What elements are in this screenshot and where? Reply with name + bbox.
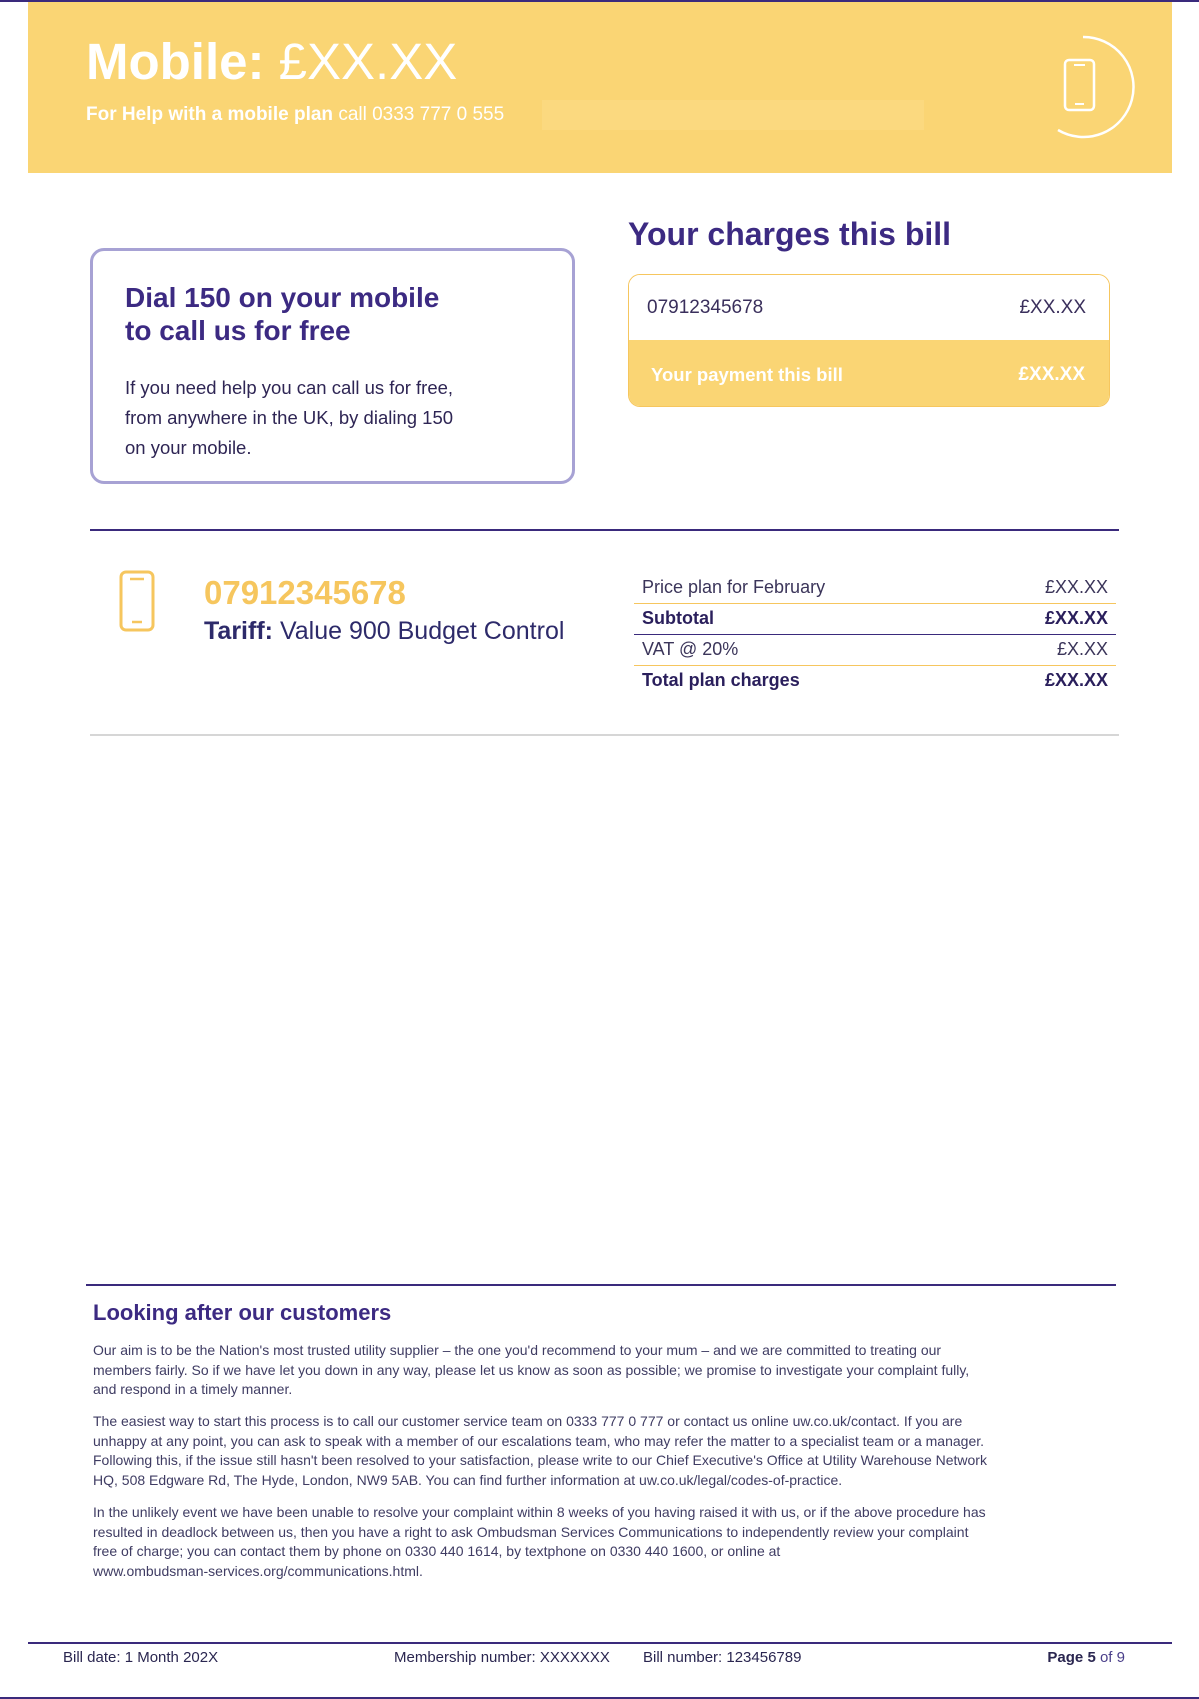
care-p1-line3: and respond in a timely manner.	[93, 1381, 293, 1397]
charges-number-amount: £XX.XX	[1019, 297, 1086, 318]
care-p1-line1: Our aim is to be the Nation's most trust…	[93, 1342, 942, 1358]
care-p2-line4: HQ, 508 Edgware Rd, The Hyde, London, NW…	[93, 1471, 843, 1488]
membership-number: Membership number: XXXXXXX	[394, 1649, 610, 1666]
banner-redaction-band	[542, 100, 924, 130]
free-call-body-line1: If you need help you can call us for fre…	[125, 377, 454, 398]
free-call-body-line3: on your mobile.	[125, 437, 252, 458]
bill-number: Bill number: 123456789	[643, 1649, 802, 1666]
mobile-phone-icon	[119, 570, 155, 632]
tariff-line: Tariff: Value 900 Budget Control	[204, 617, 564, 646]
banner-title: Mobile: £XX.XX	[86, 32, 457, 91]
care-divider	[86, 1284, 1116, 1286]
row-label: Price plan for February	[634, 572, 979, 604]
table-row: Subtotal £XX.XX	[634, 603, 1116, 635]
row-value: £XX.XX	[979, 603, 1116, 635]
care-paragraph-1: Our aim is to be the Nation's most trust…	[93, 1341, 1103, 1400]
row-value: £XX.XX	[979, 572, 1116, 604]
care-p1-line2: members fairly. So if we have let you do…	[93, 1361, 970, 1378]
mobile-banner: Mobile: £XX.XX For Help with a mobile pl…	[28, 2, 1172, 173]
table-row: Total plan charges £XX.XX	[634, 665, 1116, 696]
free-call-heading: Dial 150 on your mobile to call us for f…	[125, 281, 545, 347]
line-phone-number: 07912345678	[204, 574, 406, 611]
free-call-body: If you need help you can call us for fre…	[125, 373, 505, 463]
row-label: VAT @ 20%	[634, 634, 979, 666]
table-row: VAT @ 20% £X.XX	[634, 634, 1116, 666]
care-p2-line1: The easiest way to start this process is…	[93, 1413, 963, 1429]
bill-date: Bill date: 1 Month 202X	[63, 1649, 219, 1666]
care-p3-line1: In the unlikely event we have been unabl…	[93, 1504, 986, 1520]
payment-label: Your payment this bill	[651, 364, 843, 385]
page-indicator: Page 5 of 9	[1047, 1649, 1125, 1666]
page-label: Page 5	[1047, 1649, 1096, 1666]
charges-card: 07912345678 £XX.XX Your payment this bil…	[628, 274, 1110, 407]
charges-number-row: 07912345678 £XX.XX	[629, 275, 1109, 340]
banner-help-phone: call 0333 777 0 555	[338, 104, 505, 125]
payment-amount: £XX.XX	[1018, 364, 1085, 385]
care-p3-line2: resulted in deadlock between us, then yo…	[93, 1523, 969, 1540]
tariff-value: Value 900 Budget Control	[279, 617, 565, 645]
free-call-box: Dial 150 on your mobile to call us for f…	[90, 248, 575, 484]
section-divider	[90, 529, 1119, 531]
care-p3-line4: www.ombudsman-services.org/communication…	[93, 1562, 423, 1579]
banner-title-amount: £XX.XX	[278, 33, 458, 90]
charges-number: 07912345678	[647, 297, 764, 318]
section-end-divider	[90, 734, 1119, 736]
charges-title: Your charges this bill	[628, 216, 952, 252]
row-value: £XX.XX	[1044, 670, 1108, 691]
care-title: Looking after our customers	[93, 1300, 392, 1325]
free-call-heading-line2: to call us for free	[125, 315, 351, 346]
banner-help-line: For Help with a mobile plan call 0333 77…	[86, 104, 504, 126]
banner-title-label: Mobile:	[86, 33, 265, 90]
row-value: £X.XX	[979, 634, 1116, 666]
plan-charges-table: Price plan for February £XX.XX Subtotal …	[634, 572, 1116, 696]
free-call-body-line2: from anywhere in the UK, by dialing 150	[125, 407, 454, 428]
footer-divider	[28, 1642, 1172, 1644]
page-total: of 9	[1099, 1649, 1125, 1666]
free-call-heading-line1: Dial 150 on your mobile	[125, 282, 440, 313]
table-row: Price plan for February £XX.XX	[634, 572, 1116, 604]
care-paragraph-2: The easiest way to start this process is…	[93, 1412, 1103, 1490]
row-label: Total plan charges	[642, 670, 800, 691]
tariff-label: Tariff:	[204, 617, 273, 645]
charges-payment-row: Your payment this bill £XX.XX	[629, 340, 1109, 406]
row-label: Subtotal	[634, 603, 979, 635]
care-p3-line3: free of charge; you can contact them by …	[93, 1543, 781, 1559]
banner-help-bold: For Help with a mobile plan	[86, 104, 334, 125]
care-p2-line2: unhappy at any point, you can ask to spe…	[93, 1432, 985, 1449]
care-p2-line3: Following this, if the issue still hasn'…	[93, 1452, 987, 1468]
phone-circle-icon	[1057, 35, 1135, 139]
care-paragraph-3: In the unlikely event we have been unabl…	[93, 1503, 1103, 1581]
